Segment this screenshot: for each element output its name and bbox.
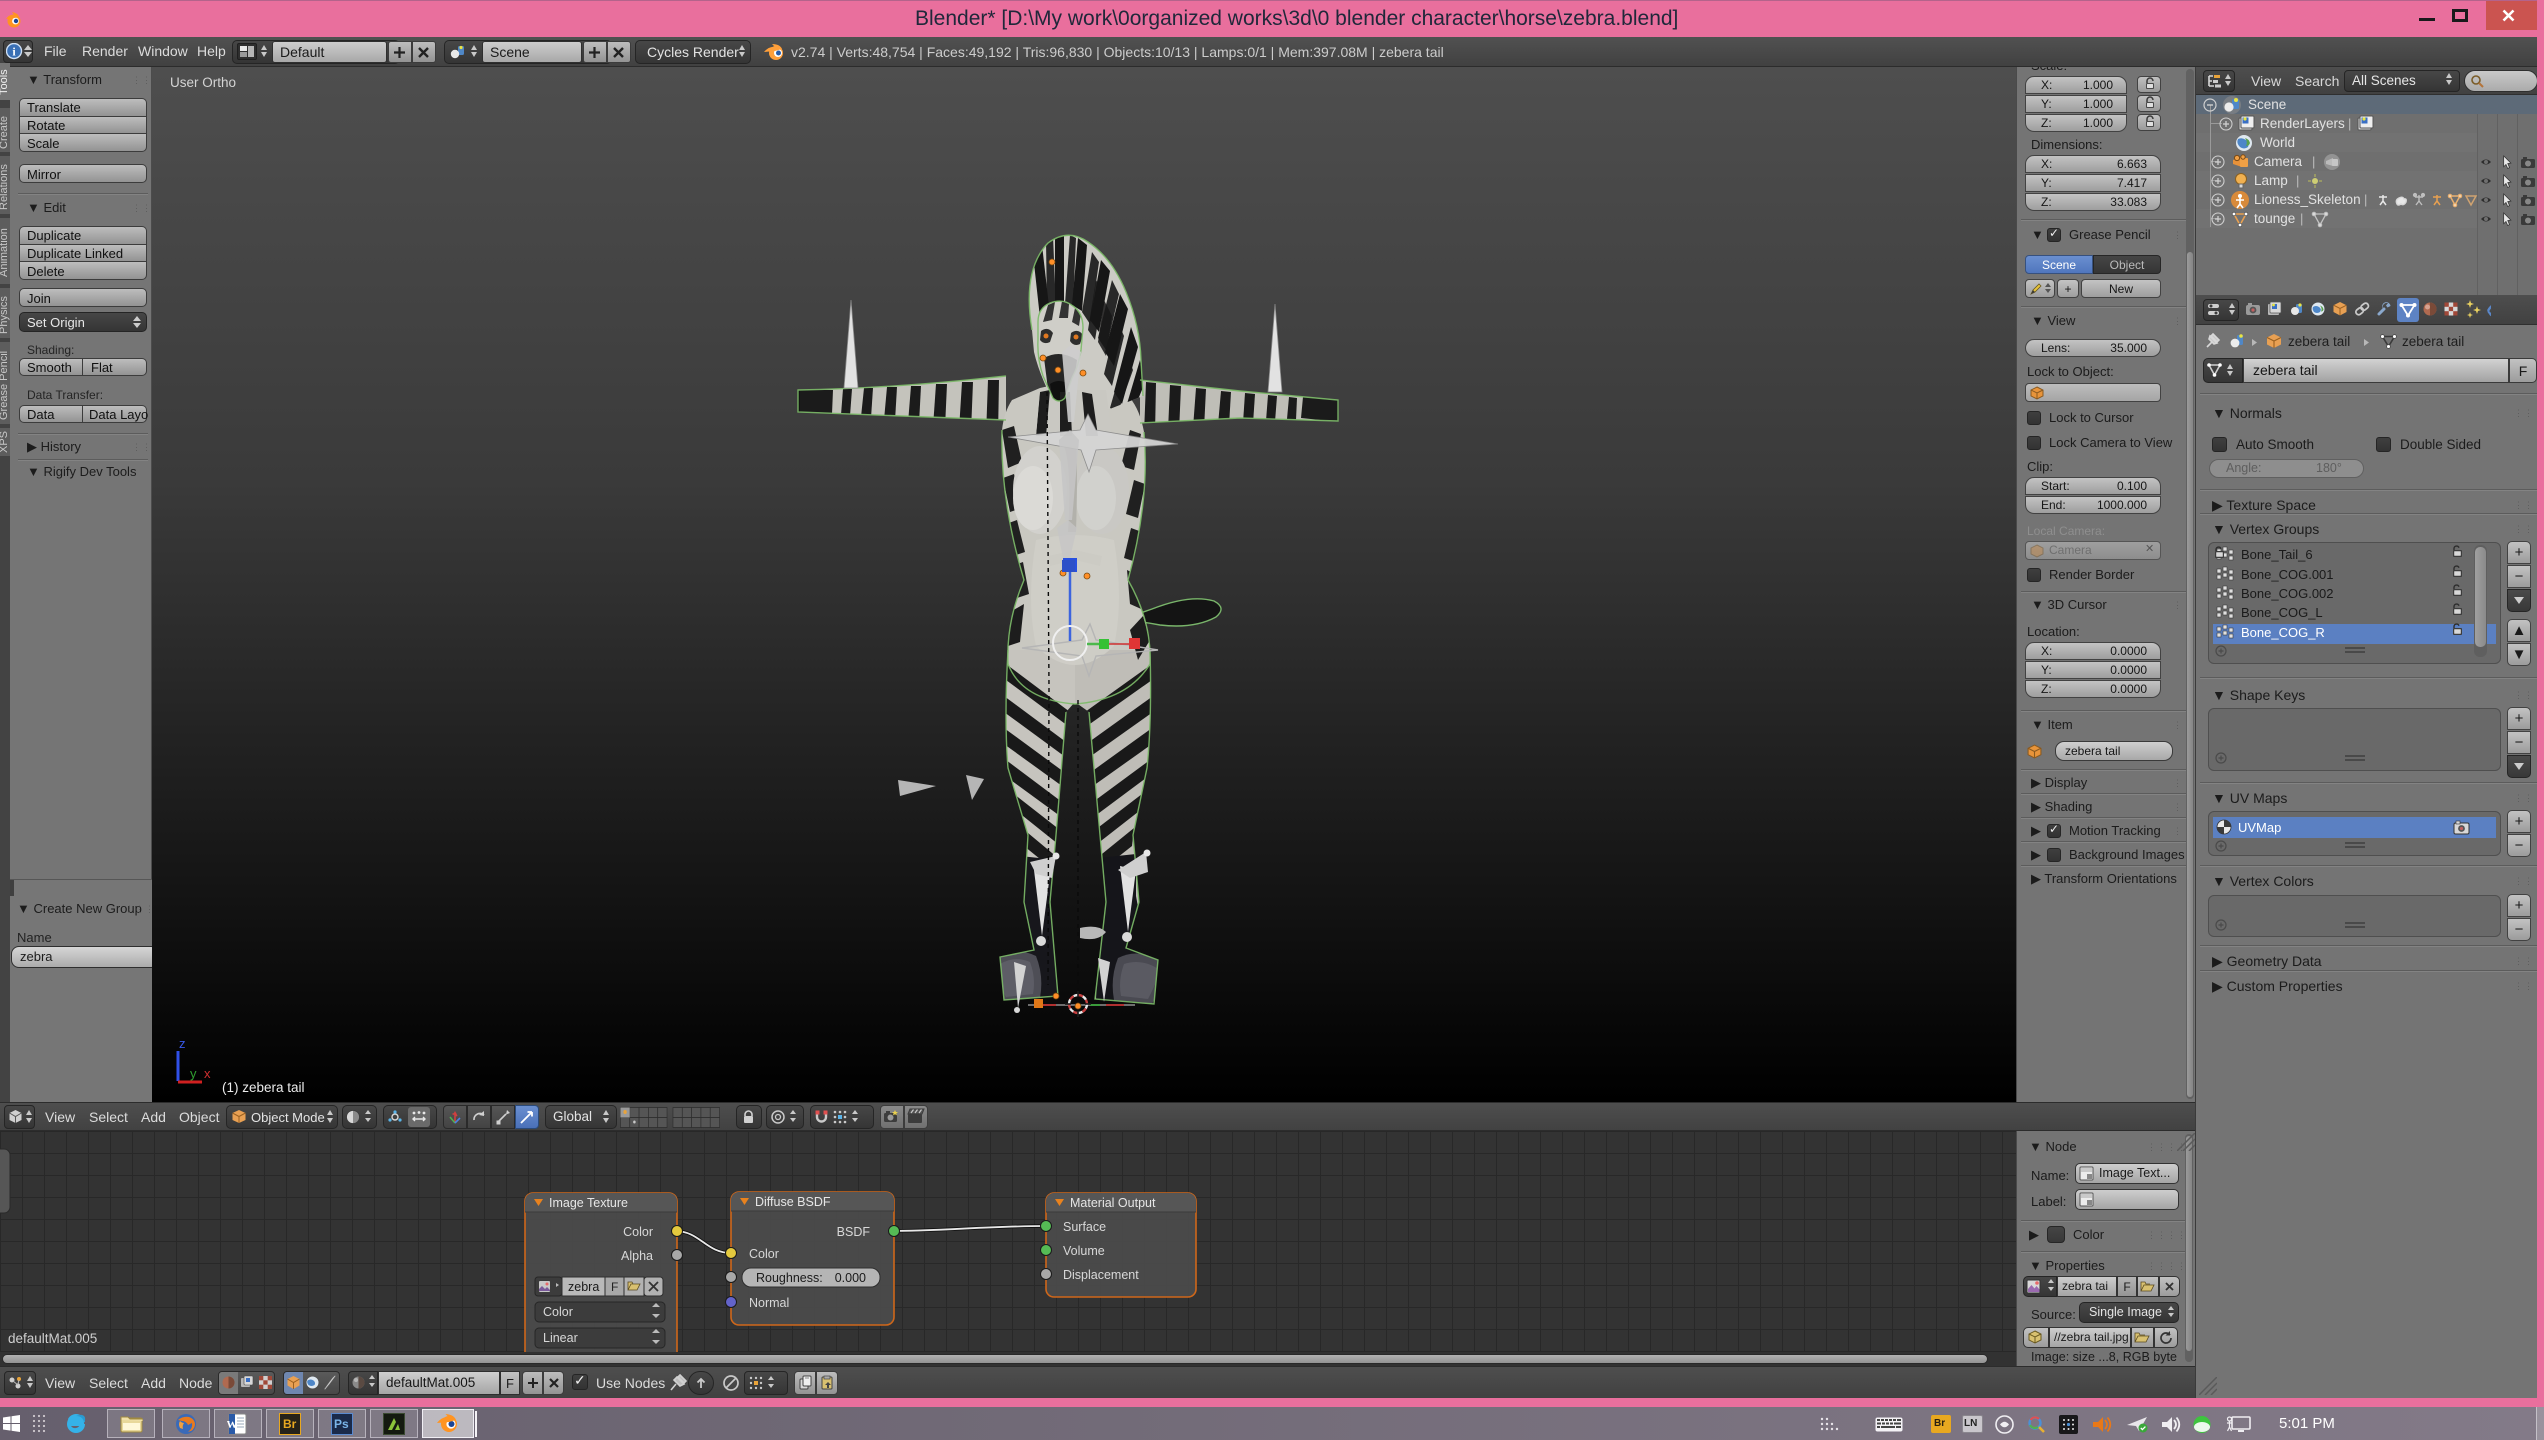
svg-text:Bone_COG_R: Bone_COG_R [2241,625,2325,640]
svg-text:Alpha: Alpha [621,1249,653,1263]
svg-text:|: | [2348,116,2351,131]
svg-text:Volume: Volume [1063,1244,1105,1258]
svg-text:Surface: Surface [1063,1220,1106,1234]
svg-text:Bone_COG.001: Bone_COG.001 [2241,567,2334,582]
svg-text:Bone_Tail_6: Bone_Tail_6 [2241,547,2313,562]
svg-text:Lioness_Skeleton: Lioness_Skeleton [2254,192,2361,207]
svg-text:Linear: Linear [543,1331,578,1345]
svg-text:y: y [190,1066,197,1081]
svg-text:zebra: zebra [568,1280,599,1294]
svg-text:Scene: Scene [2248,97,2286,112]
svg-text:Image Texture: Image Texture [549,1196,628,1210]
svg-text:Lamp: Lamp [2254,173,2288,188]
svg-text:tounge: tounge [2254,211,2295,226]
svg-text:Roughness:: Roughness: [756,1271,823,1285]
svg-text:0.000: 0.000 [835,1271,866,1285]
svg-text:Color: Color [543,1305,573,1319]
svg-text:|: | [2312,154,2315,169]
svg-text:RenderLayers: RenderLayers [2260,116,2345,131]
svg-text:Displacement: Displacement [1063,1268,1139,1282]
svg-text:UVMap: UVMap [2238,820,2281,835]
svg-text:|: | [2296,173,2299,188]
svg-text:User Ortho: User Ortho [170,75,236,90]
svg-text:World: World [2260,135,2295,150]
svg-text:W: W [227,1419,238,1431]
svg-text:F: F [611,1280,618,1294]
svg-text:|: | [2364,192,2367,207]
svg-text:x: x [204,1066,211,1081]
svg-text:BSDF: BSDF [837,1225,871,1239]
svg-text:defaultMat.005: defaultMat.005 [8,1331,97,1346]
svg-text:zebera tail: zebera tail [2288,334,2350,349]
svg-text:Color: Color [623,1225,653,1239]
svg-text:Camera: Camera [2254,154,2303,169]
svg-text:Material Output: Material Output [1070,1196,1156,1210]
svg-text:Bone_COG_L: Bone_COG_L [2241,605,2323,620]
svg-text:Diffuse BSDF: Diffuse BSDF [755,1195,831,1209]
svg-text:Normal: Normal [749,1296,789,1310]
svg-text:zebera tail: zebera tail [2402,334,2464,349]
svg-text:z: z [179,1036,186,1051]
svg-text:Color: Color [749,1247,779,1261]
svg-text:Bone_COG.002: Bone_COG.002 [2241,586,2334,601]
svg-text:(1) zebera tail: (1) zebera tail [222,1080,305,1095]
svg-text:|: | [2300,211,2303,226]
